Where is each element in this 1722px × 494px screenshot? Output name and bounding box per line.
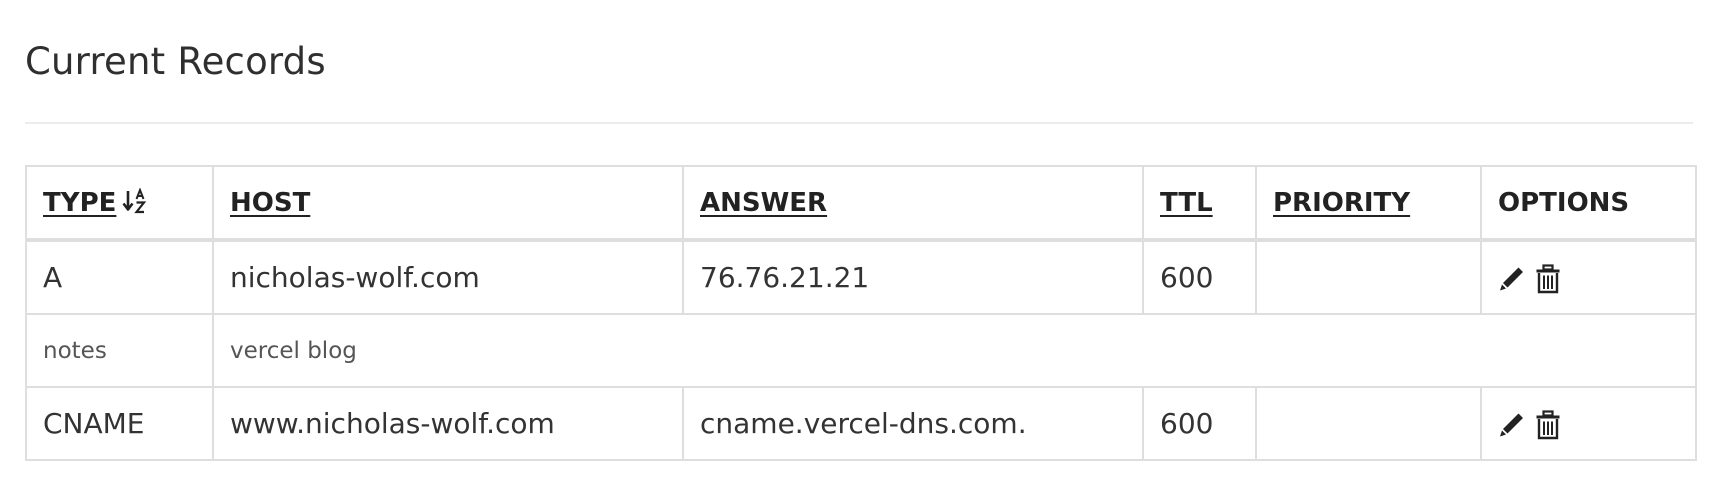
trash-icon[interactable] (1534, 264, 1562, 294)
dns-records-table: TYPE HOST ANSWER TTL PRIORITY OPTIONS A … (25, 165, 1697, 461)
sort-by-host-link[interactable]: HOST (230, 188, 310, 218)
column-header-answer[interactable]: ANSWER (682, 165, 1144, 242)
record-priority-cell (1255, 386, 1482, 461)
record-options-cell (1480, 386, 1697, 461)
notes-row: notes vercel blog (25, 313, 1697, 388)
column-header-options: OPTIONS (1480, 165, 1697, 242)
sort-by-type-link[interactable]: TYPE (43, 188, 116, 218)
notes-label: notes (25, 313, 214, 388)
record-answer-cell: cname.vercel-dns.com. (682, 386, 1144, 461)
table-row: A nicholas-wolf.com 76.76.21.21 600 (25, 239, 1697, 315)
title-divider (25, 122, 1693, 124)
sort-by-answer-link[interactable]: ANSWER (700, 188, 827, 218)
record-options-cell (1480, 239, 1697, 315)
trash-icon[interactable] (1534, 410, 1562, 440)
column-header-ttl[interactable]: TTL (1142, 165, 1257, 242)
table-header-row: TYPE HOST ANSWER TTL PRIORITY OPTIONS (25, 165, 1697, 242)
sort-by-priority-link[interactable]: PRIORITY (1273, 188, 1410, 218)
table-row: CNAME www.nicholas-wolf.com cname.vercel… (25, 386, 1697, 461)
record-ttl-cell: 600 (1142, 239, 1257, 315)
edit-icon[interactable] (1498, 264, 1526, 294)
record-host-cell: nicholas-wolf.com (212, 239, 684, 315)
record-priority-cell (1255, 239, 1482, 315)
sort-ascending-az-icon[interactable] (122, 187, 150, 214)
sort-by-ttl-link[interactable]: TTL (1160, 188, 1213, 218)
notes-value: vercel blog (212, 313, 1697, 388)
column-header-priority[interactable]: PRIORITY (1255, 165, 1482, 242)
record-host-cell: www.nicholas-wolf.com (212, 386, 684, 461)
edit-icon[interactable] (1498, 410, 1526, 440)
record-ttl-cell: 600 (1142, 386, 1257, 461)
column-header-host[interactable]: HOST (212, 165, 684, 242)
record-type-cell: CNAME (25, 386, 214, 461)
record-answer-cell: 76.76.21.21 (682, 239, 1144, 315)
page-title: Current Records (25, 40, 326, 83)
record-type-cell: A (25, 239, 214, 315)
column-header-type[interactable]: TYPE (25, 165, 214, 242)
